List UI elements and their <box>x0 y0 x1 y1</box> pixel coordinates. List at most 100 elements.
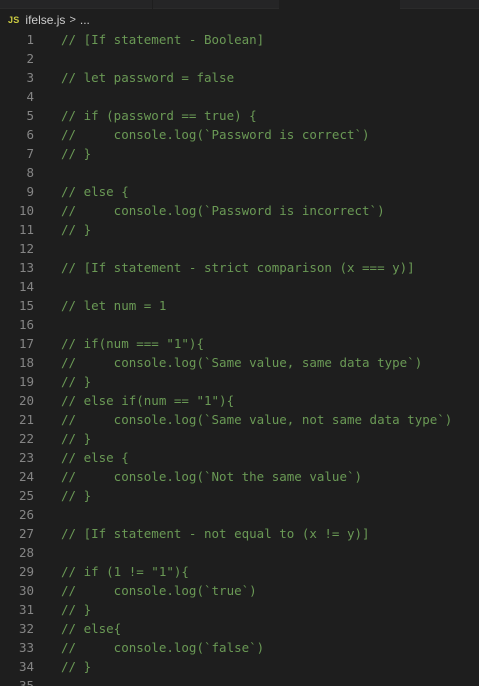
code-comment-text[interactable]: // let password = false <box>61 68 234 87</box>
code-line[interactable]: 30 // console.log(`true`) <box>0 581 479 600</box>
code-line[interactable]: 25 // } <box>0 486 479 505</box>
code-comment-text[interactable]: // console.log(`true`) <box>61 581 257 600</box>
line-number: 11 <box>18 222 34 237</box>
line-number: 18 <box>18 355 34 370</box>
line-number: 32 <box>18 621 34 636</box>
code-comment-text[interactable]: // let num = 1 <box>61 296 166 315</box>
line-number: 13 <box>18 260 34 275</box>
code-line[interactable]: 14 <box>0 277 479 296</box>
code-comment-text[interactable]: // console.log(`Same value, same data ty… <box>61 353 422 372</box>
editor-tab[interactable] <box>0 0 153 9</box>
code-comment-text[interactable]: // if(num === "1"){ <box>61 334 204 353</box>
line-number: 26 <box>18 507 34 522</box>
code-line[interactable]: 22 // } <box>0 429 479 448</box>
code-comment-text[interactable]: // [If statement - strict comparison (x … <box>61 258 415 277</box>
line-number: 5 <box>26 108 34 123</box>
code-line[interactable]: 11 // } <box>0 220 479 239</box>
line-number: 3 <box>26 70 34 85</box>
code-line[interactable]: 15 // let num = 1 <box>0 296 479 315</box>
code-comment-text[interactable]: // else if(num == "1"){ <box>61 391 234 410</box>
code-comment-text[interactable]: // console.log(`Password is incorrect`) <box>61 201 385 220</box>
line-number: 35 <box>18 678 34 686</box>
code-line[interactable]: 10 // console.log(`Password is incorrect`… <box>0 201 479 220</box>
code-line[interactable]: 27 // [If statement - not equal to (x != … <box>0 524 479 543</box>
editor-tab[interactable] <box>280 0 400 9</box>
code-line[interactable]: 7 // } <box>0 144 479 163</box>
code-comment-text[interactable]: // console.log(`Not the same value`) <box>61 467 362 486</box>
code-line[interactable]: 20 // else if(num == "1"){ <box>0 391 479 410</box>
line-number: 30 <box>18 583 34 598</box>
line-number: 4 <box>26 89 34 104</box>
code-line[interactable]: 2 <box>0 49 479 68</box>
code-comment-text[interactable]: // console.log(`Same value, not same dat… <box>61 410 452 429</box>
code-comment-text[interactable]: // } <box>61 144 91 163</box>
line-number: 25 <box>18 488 34 503</box>
code-line[interactable]: 13 // [If statement - strict comparison (… <box>0 258 479 277</box>
line-number: 1 <box>26 32 34 47</box>
line-number: 8 <box>26 165 34 180</box>
code-comment-text[interactable]: // } <box>61 600 91 619</box>
line-number: 34 <box>18 659 34 674</box>
line-number: 27 <box>18 526 34 541</box>
code-comment-text[interactable]: // } <box>61 220 91 239</box>
code-line[interactable]: 17 // if(num === "1"){ <box>0 334 479 353</box>
code-comment-text[interactable]: // } <box>61 429 91 448</box>
line-number: 6 <box>26 127 34 142</box>
code-comment-text[interactable]: // } <box>61 486 91 505</box>
code-line[interactable]: 32 // else{ <box>0 619 479 638</box>
line-number: 15 <box>18 298 34 313</box>
code-line[interactable]: 33 // console.log(`false`) <box>0 638 479 657</box>
code-editor[interactable]: 1// [If statement - Boolean] 2 3// let pas… <box>0 30 479 686</box>
breadcrumb-symbol-more[interactable]: ... <box>80 13 90 27</box>
line-number: 24 <box>18 469 34 484</box>
code-line[interactable]: 12 <box>0 239 479 258</box>
code-line[interactable]: 6 // console.log(`Password is correct`) <box>0 125 479 144</box>
code-comment-text[interactable]: // if (1 != "1"){ <box>61 562 189 581</box>
code-comment-text[interactable]: // } <box>61 657 91 676</box>
code-line[interactable]: 18 // console.log(`Same value, same data … <box>0 353 479 372</box>
code-line[interactable]: 23 // else { <box>0 448 479 467</box>
code-comment-text[interactable]: // else { <box>61 448 129 467</box>
breadcrumb-file-name[interactable]: ifelse.js <box>25 13 65 27</box>
code-line[interactable]: 8 <box>0 163 479 182</box>
code-line[interactable]: 4 <box>0 87 479 106</box>
code-comment-text[interactable]: // [If statement - Boolean] <box>61 30 264 49</box>
line-number: 28 <box>18 545 34 560</box>
code-comment-text[interactable]: // else { <box>61 182 129 201</box>
code-line[interactable]: 31 // } <box>0 600 479 619</box>
chevron-right-icon: > <box>69 14 76 26</box>
code-line[interactable]: 26 <box>0 505 479 524</box>
line-number: 7 <box>26 146 34 161</box>
code-line[interactable]: 9 // else { <box>0 182 479 201</box>
code-line[interactable]: 1 // [If statement - Boolean] <box>0 30 479 49</box>
code-comment-text[interactable]: // else{ <box>61 619 121 638</box>
line-number: 29 <box>18 564 34 579</box>
javascript-file-icon: JS <box>8 15 20 25</box>
code-comment-text[interactable]: // [If statement - not equal to (x != y)… <box>61 524 370 543</box>
line-number: 10 <box>18 203 34 218</box>
code-line[interactable]: 35 <box>0 676 479 686</box>
line-number: 31 <box>18 602 34 617</box>
code-line[interactable]: 24 // console.log(`Not the same value`) <box>0 467 479 486</box>
line-number: 33 <box>18 640 34 655</box>
line-number: 21 <box>18 412 34 427</box>
code-comment-text[interactable]: // } <box>61 372 91 391</box>
line-number: 22 <box>18 431 34 446</box>
code-line[interactable]: 34 // } <box>0 657 479 676</box>
code-comment-text[interactable]: // console.log(`Password is correct`) <box>61 125 370 144</box>
code-line[interactable]: 19 // } <box>0 372 479 391</box>
line-number: 23 <box>18 450 34 465</box>
code-line[interactable]: 5 // if (password == true) { <box>0 106 479 125</box>
line-number: 20 <box>18 393 34 408</box>
code-line[interactable]: 29 // if (1 != "1"){ <box>0 562 479 581</box>
editor-tab[interactable] <box>153 0 280 9</box>
code-line[interactable]: 16 <box>0 315 479 334</box>
editor-tab-strip <box>0 0 479 9</box>
code-line[interactable]: 28 <box>0 543 479 562</box>
code-line[interactable]: 3 // let password = false <box>0 68 479 87</box>
line-number: 2 <box>26 51 34 66</box>
code-line[interactable]: 21 // console.log(`Same value, not same d… <box>0 410 479 429</box>
code-comment-text[interactable]: // if (password == true) { <box>61 106 257 125</box>
line-number: 14 <box>18 279 34 294</box>
code-comment-text[interactable]: // console.log(`false`) <box>61 638 264 657</box>
